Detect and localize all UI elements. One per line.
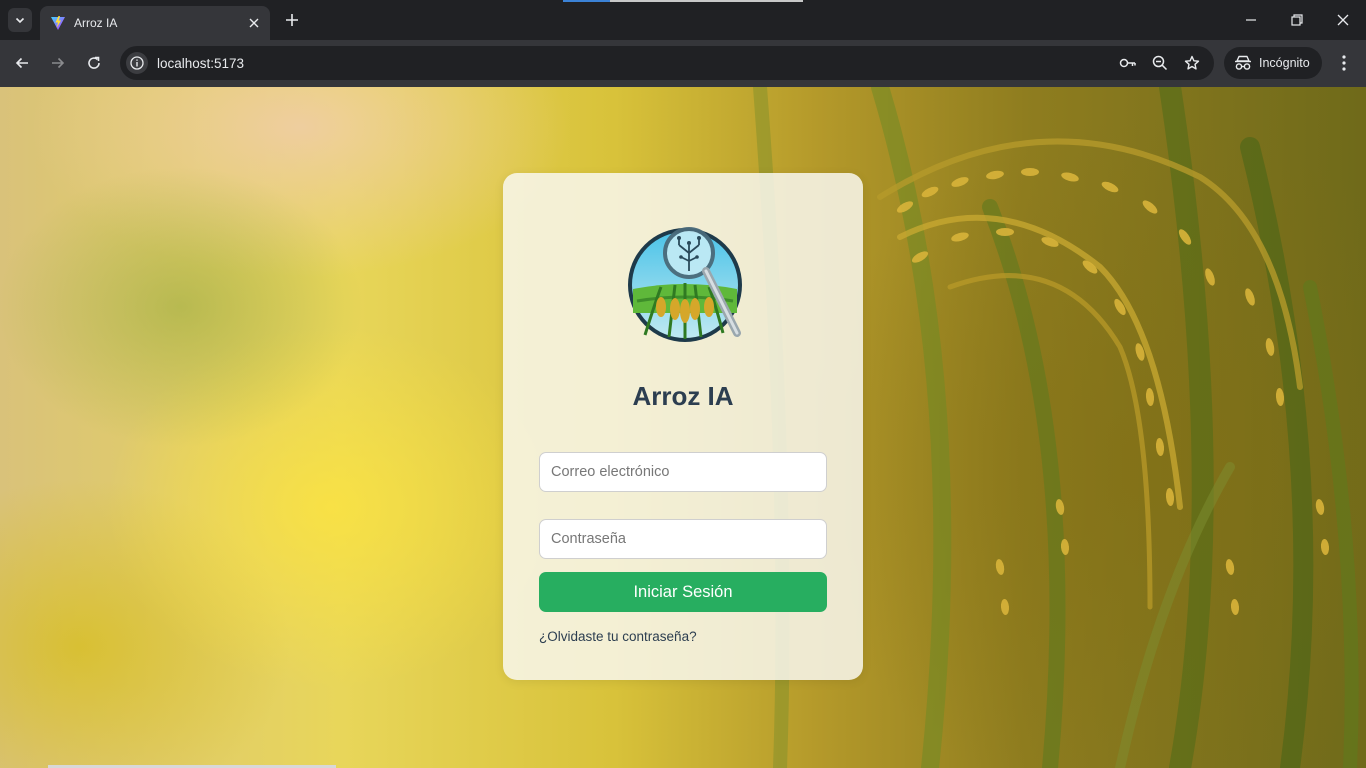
browser-menu-button[interactable]	[1334, 52, 1354, 74]
new-tab-button[interactable]	[282, 10, 302, 30]
app-title: Arroz IA	[632, 381, 734, 411]
chevron-down-icon	[15, 17, 25, 24]
login-card: Arroz IA Iniciar Sesión ¿Olvidaste tu co…	[503, 173, 863, 680]
restore-icon	[1291, 14, 1303, 26]
email-input[interactable]	[539, 452, 827, 492]
reload-button[interactable]	[83, 52, 105, 74]
incognito-label: Incógnito	[1259, 56, 1310, 70]
reload-icon	[88, 56, 100, 69]
star-icon	[1184, 55, 1200, 70]
zoom-out-icon	[1152, 55, 1168, 71]
incognito-icon	[1235, 55, 1251, 70]
forgot-password-link[interactable]: ¿Olvidaste tu contraseña?	[539, 629, 697, 644]
close-icon	[249, 18, 259, 28]
browser-toolbar: localhost:5173 Incógnito	[0, 40, 1366, 87]
site-info-button[interactable]	[126, 52, 148, 74]
close-icon	[1337, 14, 1349, 26]
minimize-button[interactable]	[1241, 10, 1261, 30]
restore-button[interactable]	[1287, 10, 1307, 30]
login-button[interactable]: Iniciar Sesión	[539, 572, 827, 612]
zoom-button[interactable]	[1150, 53, 1170, 73]
loading-indicator-segment	[563, 0, 610, 2]
close-window-button[interactable]	[1333, 10, 1353, 30]
tab-strip: Arroz IA	[0, 0, 1366, 40]
loading-indicator	[563, 0, 803, 2]
more-vert-icon	[1342, 55, 1346, 71]
back-button[interactable]	[11, 52, 33, 74]
address-bar[interactable]: localhost:5173	[120, 46, 1214, 80]
rice-ai-logo	[628, 227, 742, 342]
minimize-icon	[1246, 19, 1256, 21]
password-key-icon	[1119, 58, 1136, 68]
info-icon	[130, 56, 144, 70]
forward-arrow-icon	[52, 57, 65, 69]
password-input[interactable]	[539, 519, 827, 559]
back-arrow-icon	[15, 57, 28, 69]
plus-icon	[286, 14, 298, 26]
tab-title: Arroz IA	[74, 16, 118, 30]
url-text: localhost:5173	[157, 55, 245, 71]
close-tab-button[interactable]	[246, 15, 262, 31]
browser-tab-active[interactable]: Arroz IA	[40, 6, 270, 40]
bookmark-button[interactable]	[1182, 53, 1202, 73]
forward-button[interactable]	[47, 52, 69, 74]
password-manager-button[interactable]	[1118, 53, 1138, 73]
incognito-indicator[interactable]: Incógnito	[1224, 47, 1322, 79]
page-viewport: Arroz IA Iniciar Sesión ¿Olvidaste tu co…	[0, 87, 1366, 768]
vite-favicon-icon	[51, 16, 65, 30]
tab-search-button[interactable]	[8, 8, 32, 32]
